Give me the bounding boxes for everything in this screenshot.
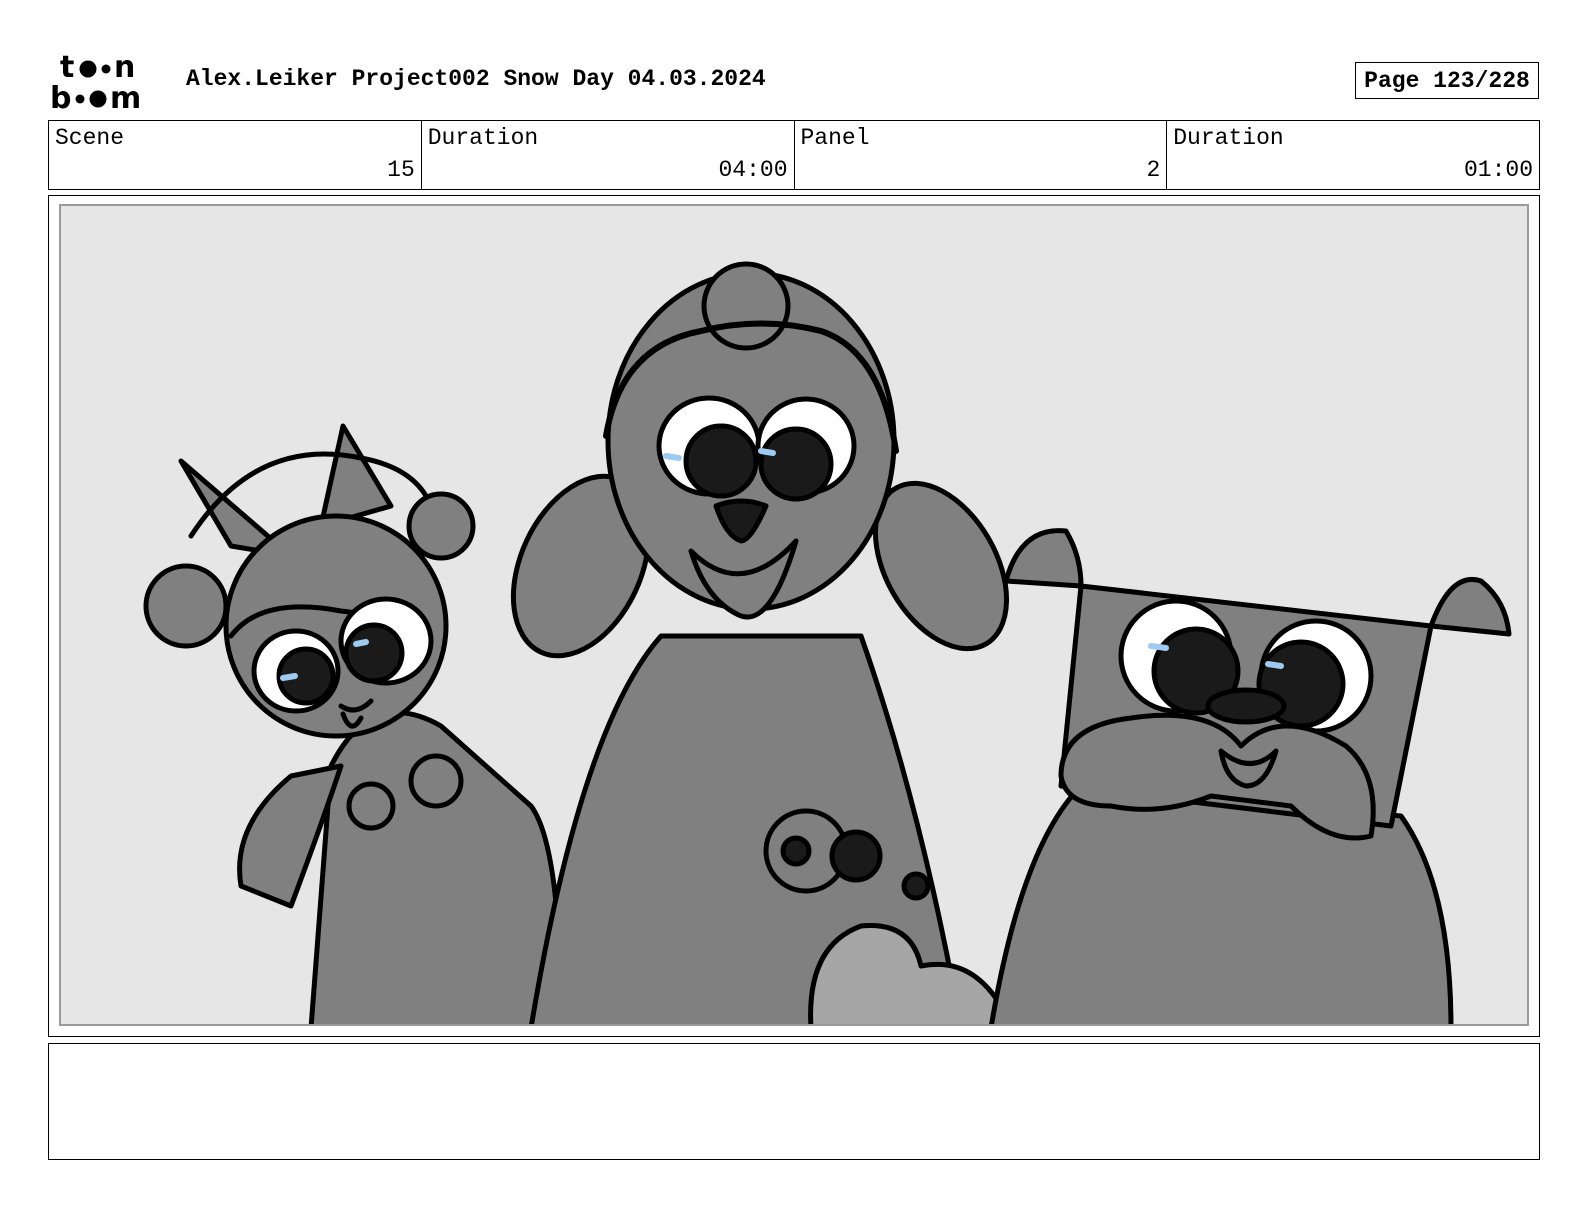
scene-label: Scene [55,125,125,151]
dog-character [989,528,1512,1024]
svg-text:n: n [114,50,135,85]
panel-value: 2 [1146,157,1161,183]
svg-text:m: m [110,81,141,112]
panel-cell: Panel 2 [795,121,1168,189]
svg-text:b: b [50,81,71,112]
document-title: Alex.Leiker Project002 Snow Day 04.03.20… [186,66,766,92]
panel-label: Panel [800,125,870,151]
page-indicator: Page 123/228 [1355,62,1539,99]
panel-illustration [143,261,1512,1024]
info-table: Scene 15 Duration 04:00 Panel 2 Duration… [48,120,1540,190]
cat-character [143,423,564,1024]
svg-text:t: t [60,50,74,85]
toonboom-logo: t n b m [50,50,141,112]
scene-duration-label: Duration [427,125,539,151]
storyboard-panel-frame [48,195,1540,1037]
panel-duration-cell: Duration 01:00 [1167,121,1539,189]
scene-value: 15 [387,157,415,183]
scene-duration-value: 04:00 [718,157,788,183]
panel-duration-value: 01:00 [1463,157,1533,183]
panel-notes-box [48,1043,1540,1160]
sheep-character [510,261,1010,1024]
panel-duration-label: Duration [1173,125,1284,151]
scene-duration-cell: Duration 04:00 [422,121,795,189]
scene-cell: Scene 15 [49,121,422,189]
storyboard-panel-image [59,204,1529,1026]
